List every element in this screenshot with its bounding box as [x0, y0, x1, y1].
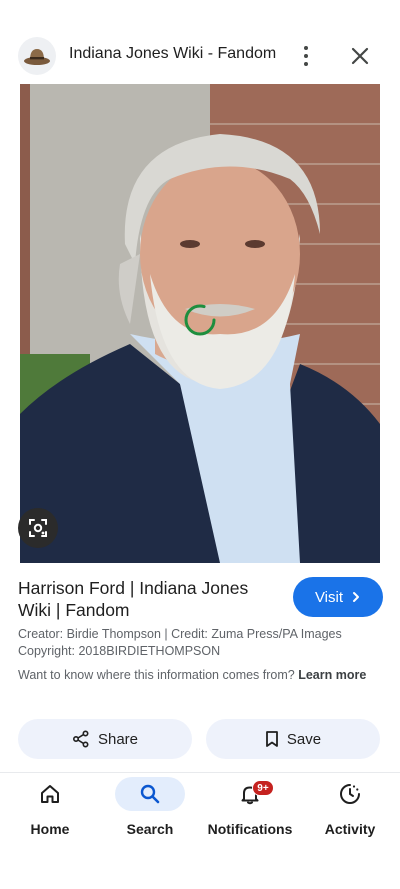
bookmark-icon [265, 731, 278, 747]
result-header: Indiana Jones Wiki - Fandom [0, 0, 400, 84]
share-icon [72, 730, 89, 748]
info-source-note: Want to know where this information come… [18, 666, 383, 684]
nav-label-home: Home [30, 821, 70, 837]
close-icon[interactable] [346, 42, 374, 70]
nav-label-activity: Activity [324, 821, 376, 837]
result-image[interactable] [20, 84, 380, 563]
info-question: Want to know where this information come… [18, 668, 295, 682]
nav-item-activity[interactable]: Activity [300, 777, 400, 845]
activity-icon [315, 777, 385, 811]
save-button[interactable]: Save [206, 719, 380, 759]
copyright-line: Copyright: 2018BIRDIETHOMPSON [18, 644, 221, 658]
site-title[interactable]: Indiana Jones Wiki - Fandom [69, 45, 276, 63]
chevron-right-icon [353, 592, 360, 602]
creator-line: Creator: Birdie Thompson | Credit: Zuma … [18, 627, 342, 641]
nav-item-notifications[interactable]: 9+ Notifications [200, 777, 300, 845]
home-icon [15, 777, 85, 811]
result-title[interactable]: Harrison Ford | Indiana Jones Wiki | Fan… [18, 577, 283, 621]
search-icon [115, 777, 185, 811]
notification-badge: 9+ [252, 780, 274, 796]
lens-search-icon[interactable] [18, 508, 58, 548]
save-button-label: Save [286, 730, 322, 748]
nav-item-search[interactable]: Search [100, 777, 200, 845]
bell-icon: 9+ [215, 777, 285, 811]
bottom-nav: Home Search 9+ Notifications Activity [0, 773, 400, 889]
nav-label-search: Search [126, 821, 174, 837]
nav-label-notifications: Notifications [207, 821, 293, 837]
share-button-label: Share [97, 730, 139, 748]
visit-button-label: Visit [314, 588, 344, 606]
learn-more-link[interactable]: Learn more [298, 668, 366, 682]
more-vertical-icon[interactable] [294, 42, 318, 70]
visit-button[interactable]: Visit [293, 577, 383, 617]
nav-item-home[interactable]: Home [0, 777, 100, 845]
fedora-hat-icon[interactable] [18, 37, 56, 75]
image-credits: Creator: Birdie Thompson | Credit: Zuma … [18, 626, 383, 660]
share-button[interactable]: Share [18, 719, 192, 759]
